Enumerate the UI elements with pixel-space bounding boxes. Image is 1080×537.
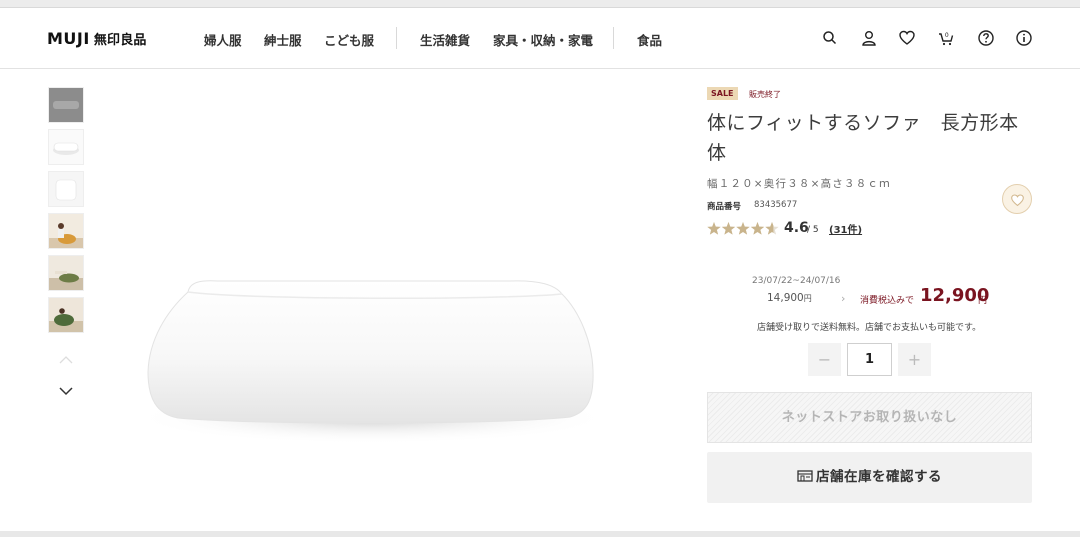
- not-available-online-button: ネットストアお取り扱いなし: [707, 392, 1032, 443]
- nav-kids[interactable]: こども服: [324, 30, 374, 49]
- heart-icon: [1011, 194, 1024, 207]
- shipping-note: 店舗受け取りで送料無料。店舗でお支払いも可能です。: [757, 323, 982, 333]
- rating-value: 4.6: [784, 220, 809, 236]
- product-code: 83435677: [754, 200, 798, 210]
- bottom-edge: [0, 531, 1080, 537]
- chevron-up-icon[interactable]: [58, 352, 74, 366]
- logo-jp: 無印良品: [93, 33, 147, 48]
- heart-icon[interactable]: [898, 29, 916, 47]
- star-filled: [736, 222, 750, 235]
- product-title: 体にフィットするソファ 長方形本体: [707, 112, 1019, 164]
- nav-furniture[interactable]: 家具・収納・家電: [493, 30, 593, 49]
- thumbnail-4[interactable]: [48, 213, 84, 249]
- original-price-value: 14,900: [767, 292, 804, 304]
- quantity-input[interactable]: 1: [847, 343, 892, 376]
- sales-ended-label: 販売終了: [749, 90, 781, 99]
- original-price-yen: 円: [803, 294, 812, 303]
- rating-max: / 5: [807, 225, 819, 235]
- check-store-stock-label: 店舗在庫を確認する: [816, 469, 942, 485]
- nav-household[interactable]: 生活雑貨: [420, 30, 470, 49]
- page: MUJI 無印良品 婦人服 紳士服 こども服 生活雑貨 家具・収納・家電 食品 0: [0, 0, 1080, 537]
- sale-price-yen: 円: [978, 296, 988, 306]
- favorite-button[interactable]: [1002, 184, 1032, 214]
- help-icon[interactable]: [977, 29, 995, 47]
- check-store-stock-button[interactable]: 店舗在庫を確認する: [707, 452, 1032, 503]
- thumbnail-1[interactable]: [48, 87, 84, 123]
- cart-count: 0: [945, 32, 949, 39]
- nav-divider: [396, 27, 397, 49]
- muji-logo[interactable]: MUJI 無印良品: [47, 29, 147, 48]
- thumbnail-2[interactable]: [48, 129, 84, 165]
- nav-divider: [613, 27, 614, 49]
- star-filled: [750, 222, 765, 235]
- account-icon[interactable]: [860, 29, 878, 47]
- search-icon[interactable]: [821, 29, 839, 47]
- tax-included-label: 消費税込みで: [860, 296, 915, 306]
- site-header: MUJI 無印良品 婦人服 紳士服 こども服 生活雑貨 家具・収納・家電 食品 0: [0, 9, 1080, 69]
- chevron-down-icon[interactable]: [58, 383, 74, 397]
- cart-icon[interactable]: 0: [937, 29, 955, 47]
- rating-stars: [707, 222, 779, 235]
- original-price: 14,900円: [767, 292, 812, 304]
- star-filled: [721, 222, 736, 235]
- quantity-decrease-button[interactable]: −: [808, 343, 841, 376]
- nav-mens[interactable]: 紳士服: [264, 30, 302, 49]
- product-size: 幅１２０×奥行３８×高さ３８ｃｍ: [707, 178, 891, 190]
- review-count-link[interactable]: (31件): [829, 221, 862, 236]
- store-icon: [797, 470, 813, 482]
- thumbnail-5[interactable]: [48, 255, 84, 291]
- thumbnail-3[interactable]: [48, 171, 84, 207]
- info-icon[interactable]: [1015, 29, 1033, 47]
- browser-top-strip: [0, 0, 1080, 8]
- star-filled: [707, 222, 721, 235]
- chevron-right-icon: ›: [841, 292, 846, 305]
- nav-womens[interactable]: 婦人服: [204, 30, 242, 49]
- sale-period: 23/07/22~24/07/16: [752, 276, 841, 286]
- thumbnail-6[interactable]: [48, 297, 84, 333]
- nav-food[interactable]: 食品: [637, 30, 662, 49]
- quantity-increase-button[interactable]: +: [898, 343, 931, 376]
- logo-en: MUJI: [47, 29, 90, 48]
- product-main-image: [100, 80, 690, 520]
- sale-badge: SALE: [707, 87, 738, 100]
- product-code-label: 商品番号: [707, 202, 742, 212]
